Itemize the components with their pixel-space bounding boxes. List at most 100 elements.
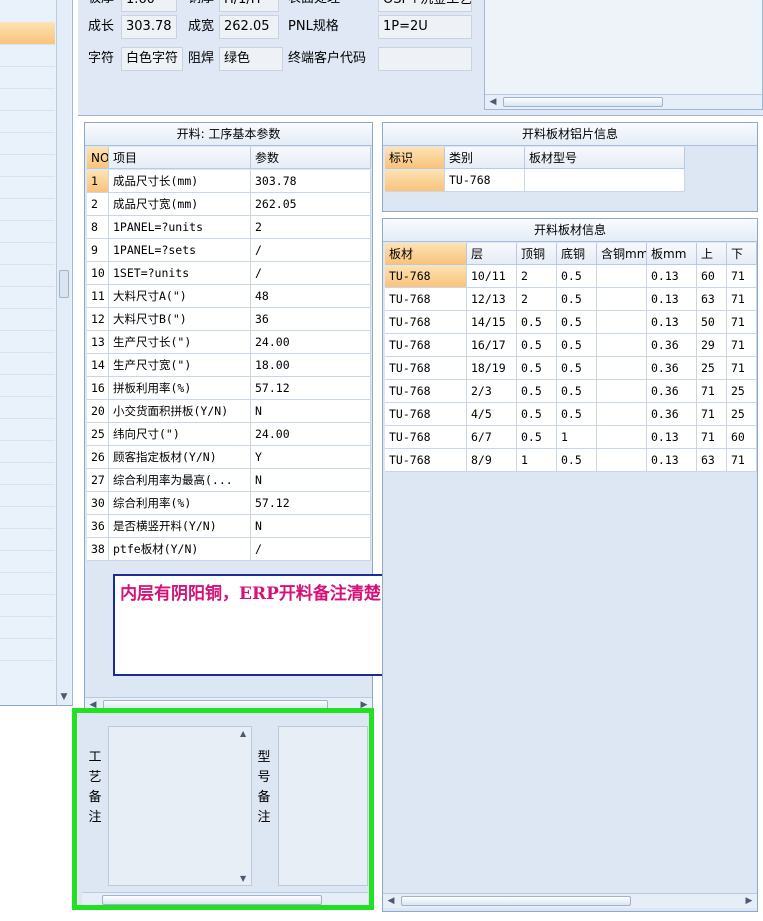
cut-row-param[interactable]: 18.00 — [251, 354, 371, 377]
board-row-top-cu[interactable]: 0.5 — [517, 357, 557, 380]
board-row-board[interactable]: TU-768 — [385, 426, 467, 449]
cut-row-no[interactable]: 25 — [87, 423, 109, 446]
left-list-row[interactable] — [0, 154, 55, 177]
board-row-down[interactable]: 71 — [727, 357, 757, 380]
board-scroll-thumb[interactable] — [401, 896, 631, 906]
cut-row-item[interactable]: 小交货面积拼板(Y/N) — [109, 400, 251, 423]
board-row-bottom-cu[interactable]: 0.5 — [557, 265, 597, 288]
left-list-row[interactable] — [0, 88, 55, 111]
cut-row-item[interactable]: 纬向尺寸(") — [109, 423, 251, 446]
left-list-row[interactable] — [0, 440, 55, 463]
cut-row-param[interactable]: 57.12 — [251, 377, 371, 400]
left-list-row[interactable] — [0, 638, 55, 661]
cut-row-item[interactable]: 大料尺寸B(") — [109, 308, 251, 331]
board-row-cu-mm[interactable] — [597, 265, 647, 288]
cut-row-item[interactable]: 生产尺寸长(") — [109, 331, 251, 354]
left-list-row[interactable] — [0, 528, 55, 551]
al-row-mark[interactable] — [385, 169, 445, 192]
left-list-row[interactable] — [0, 44, 55, 67]
board-row-cu-mm[interactable] — [597, 334, 647, 357]
cut-row-no[interactable]: 13 — [87, 331, 109, 354]
end-customer-code-field[interactable] — [378, 47, 472, 71]
board-row-board[interactable]: TU-768 — [385, 380, 467, 403]
cut-row-no[interactable]: 14 — [87, 354, 109, 377]
cut-row-item[interactable]: 拼板利用率(%) — [109, 377, 251, 400]
cut-row-no[interactable]: 27 — [87, 469, 109, 492]
board-row-down[interactable]: 71 — [727, 265, 757, 288]
board-row-top-cu[interactable]: 0.5 — [517, 334, 557, 357]
board-row-board[interactable]: TU-768 — [385, 265, 467, 288]
cut-row-item[interactable]: 成品尺寸长(mm) — [109, 170, 251, 193]
board-row-board-mm[interactable]: 0.13 — [647, 426, 697, 449]
left-list-row[interactable] — [0, 220, 55, 243]
board-row-layer[interactable]: 8/9 — [467, 449, 517, 472]
board-row-cu-mm[interactable] — [597, 426, 647, 449]
board-row-cu-mm[interactable] — [597, 288, 647, 311]
cut-row-param[interactable]: / — [251, 538, 371, 561]
surface-treatment-field[interactable]: OSP+沉金工艺 — [378, 0, 472, 12]
board-row-bottom-cu[interactable]: 0.5 — [557, 449, 597, 472]
col-header-no[interactable]: NO — [87, 147, 109, 169]
cut-row-no[interactable]: 1 — [87, 170, 109, 193]
cut-row-param[interactable]: N — [251, 400, 371, 423]
board-row-board[interactable]: TU-768 — [385, 357, 467, 380]
col-header-top-cu[interactable]: 顶铜 — [517, 243, 557, 265]
scroll-down-arrow-icon[interactable]: ▼ — [58, 691, 70, 703]
board-row-down[interactable]: 71 — [727, 311, 757, 334]
board-row-board-mm[interactable]: 0.36 — [647, 403, 697, 426]
left-scroll-thumb[interactable] — [59, 270, 69, 298]
col-header-board[interactable]: 板材 — [385, 243, 467, 265]
cut-row-param[interactable]: / — [251, 262, 371, 285]
left-list-row[interactable] — [0, 418, 55, 441]
board-row-cu-mm[interactable] — [597, 449, 647, 472]
left-list-row[interactable] — [0, 594, 55, 617]
cut-row-no[interactable]: 30 — [87, 492, 109, 515]
board-row-layer[interactable]: 18/19 — [467, 357, 517, 380]
left-list-row[interactable] — [0, 0, 55, 23]
board-row-top-cu[interactable]: 0.5 — [517, 311, 557, 334]
cut-row-param[interactable]: 48 — [251, 285, 371, 308]
col-header-board-model[interactable]: 板材型号 — [525, 147, 685, 169]
cut-row-no[interactable]: 9 — [87, 239, 109, 262]
left-list-row[interactable] — [0, 396, 55, 419]
left-list-row[interactable] — [0, 550, 55, 573]
cut-row-item[interactable]: 大料尺寸A(") — [109, 285, 251, 308]
board-row-board-mm[interactable]: 0.13 — [647, 288, 697, 311]
board-row-bottom-cu[interactable]: 0.5 — [557, 334, 597, 357]
silkscreen-field[interactable]: 白色字符 — [121, 47, 183, 71]
board-row-board[interactable]: TU-768 — [385, 449, 467, 472]
board-row-layer[interactable]: 12/13 — [467, 288, 517, 311]
cut-row-item[interactable]: 1PANEL=?sets — [109, 239, 251, 262]
board-row-bottom-cu[interactable]: 0.5 — [557, 403, 597, 426]
board-row-top-cu[interactable]: 1 — [517, 449, 557, 472]
board-row-up[interactable]: 71 — [697, 426, 727, 449]
board-row-bottom-cu[interactable]: 0.5 — [557, 311, 597, 334]
board-row-down[interactable]: 25 — [727, 380, 757, 403]
board-row-board-mm[interactable]: 0.13 — [647, 449, 697, 472]
cut-row-item[interactable]: 成品尺寸宽(mm) — [109, 193, 251, 216]
col-header-bottom-cu[interactable]: 底铜 — [557, 243, 597, 265]
cut-row-param[interactable]: N — [251, 469, 371, 492]
cut-row-param[interactable]: / — [251, 239, 371, 262]
finished-width-field[interactable]: 262.05 — [219, 15, 279, 39]
cut-row-no[interactable]: 12 — [87, 308, 109, 331]
solder-mask-field[interactable]: 绿色 — [219, 47, 283, 71]
board-row-layer[interactable]: 2/3 — [467, 380, 517, 403]
board-row-up[interactable]: 63 — [697, 288, 727, 311]
board-row-top-cu[interactable]: 2 — [517, 265, 557, 288]
left-list-row[interactable] — [0, 176, 55, 199]
col-header-down[interactable]: 下 — [727, 243, 757, 265]
cut-row-item[interactable]: ptfe板材(Y/N) — [109, 538, 251, 561]
board-row-up[interactable]: 71 — [697, 380, 727, 403]
board-row-up[interactable]: 71 — [697, 403, 727, 426]
cut-row-no[interactable]: 8 — [87, 216, 109, 239]
cut-row-no[interactable]: 36 — [87, 515, 109, 538]
board-row-down[interactable]: 71 — [727, 288, 757, 311]
left-list-row[interactable] — [0, 352, 55, 375]
board-row-board-mm[interactable]: 0.36 — [647, 380, 697, 403]
left-list-row[interactable] — [0, 132, 55, 155]
left-list-row[interactable] — [0, 22, 55, 45]
board-row-top-cu[interactable]: 0.5 — [517, 380, 557, 403]
scroll-left-arrow-icon[interactable]: ◀ — [385, 894, 397, 908]
left-list-row[interactable] — [0, 286, 55, 309]
